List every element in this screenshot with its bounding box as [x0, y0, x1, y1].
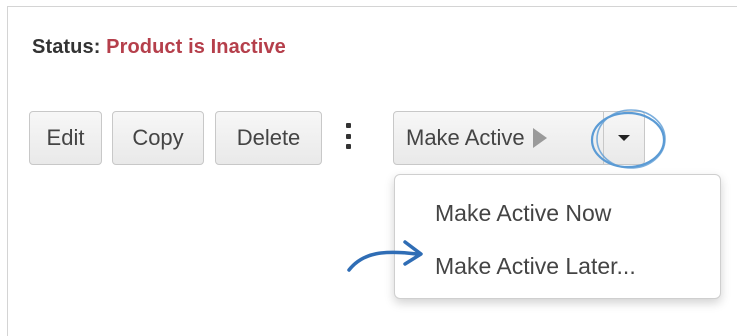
status-line: Status: Product is Inactive: [32, 36, 286, 59]
play-icon: [532, 128, 547, 148]
delete-button[interactable]: Delete: [215, 111, 322, 165]
vertical-ellipsis-icon[interactable]: [340, 123, 356, 149]
copy-button[interactable]: Copy: [112, 111, 204, 165]
status-value: Product is Inactive: [106, 36, 286, 58]
menu-item-make-active-later[interactable]: Make Active Later...: [435, 253, 636, 280]
make-active-button[interactable]: Make Active: [393, 111, 605, 165]
status-label: Status:: [32, 36, 101, 58]
edit-button[interactable]: Edit: [29, 111, 102, 165]
menu-item-make-active-now[interactable]: Make Active Now: [435, 200, 611, 227]
caret-down-icon: [618, 135, 630, 141]
make-active-dropdown-toggle[interactable]: [603, 111, 645, 165]
make-active-label: Make Active: [406, 125, 525, 150]
make-active-dropdown-menu: Make Active Now Make Active Later...: [394, 174, 721, 299]
